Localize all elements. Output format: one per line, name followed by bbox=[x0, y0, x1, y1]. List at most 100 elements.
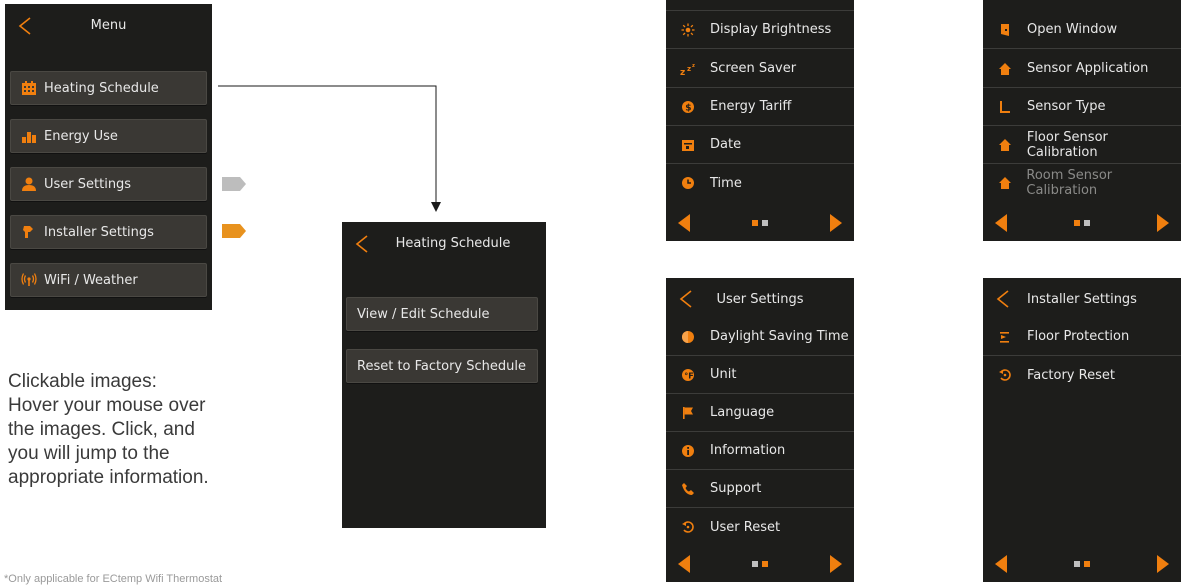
page-indicator bbox=[752, 220, 768, 226]
reset-icon bbox=[997, 367, 1013, 383]
user-settings-button[interactable]: User Settings bbox=[10, 167, 207, 201]
list-item-sensor-application[interactable]: Sensor Application bbox=[983, 50, 1181, 88]
svg-text:z: z bbox=[687, 65, 691, 73]
prev-page-icon[interactable] bbox=[677, 213, 691, 233]
installer-settings-page2-panel[interactable]: Open Window Sensor Application Sensor Ty… bbox=[983, 0, 1181, 241]
prev-page-icon[interactable] bbox=[994, 554, 1008, 574]
pager-footer bbox=[666, 205, 854, 241]
installer-settings-panel[interactable]: Installer Settings Floor Protection Fact… bbox=[983, 278, 1181, 582]
sensor-icon bbox=[997, 99, 1013, 115]
user-settings-page2-panel[interactable]: Display Brightness zzz Screen Saver $ En… bbox=[666, 0, 854, 241]
list-item-daylight-saving-time[interactable]: Daylight Saving Time bbox=[666, 318, 854, 356]
main-menu-panel[interactable]: Menu Heating Schedule Energy Use User Se… bbox=[5, 4, 212, 310]
list-item-label: Floor Protection bbox=[1027, 329, 1130, 344]
list-item-sensor-type[interactable]: Sensor Type bbox=[983, 88, 1181, 126]
list-item-label: Factory Reset bbox=[1027, 367, 1115, 383]
list-item-open-window[interactable]: Open Window bbox=[983, 11, 1181, 49]
phone-icon bbox=[680, 481, 696, 497]
list-item-label: Screen Saver bbox=[710, 61, 797, 76]
list-item-label: Unit bbox=[710, 367, 737, 382]
view-edit-schedule-label: View / Edit Schedule bbox=[357, 306, 490, 322]
house-icon bbox=[997, 137, 1013, 153]
list-item-display-brightness[interactable]: Display Brightness bbox=[666, 11, 854, 49]
list-item-label: Sensor Application bbox=[1027, 61, 1149, 76]
user-settings-label: User Settings bbox=[44, 176, 132, 192]
list-item-label: Information bbox=[710, 443, 786, 458]
half-circle-icon bbox=[680, 329, 696, 345]
page-indicator bbox=[1074, 220, 1090, 226]
window-icon bbox=[997, 22, 1013, 38]
installer-settings-title: Installer Settings bbox=[1027, 292, 1137, 307]
list-item-floor-sensor-calibration[interactable]: Floor Sensor Calibration bbox=[983, 126, 1181, 164]
pager-footer bbox=[983, 546, 1181, 582]
list-item-label: User Reset bbox=[710, 519, 781, 535]
reset-icon bbox=[680, 519, 696, 535]
list-item-label: Room Sensor Calibration bbox=[1026, 168, 1113, 198]
page-dot bbox=[1074, 220, 1080, 226]
list-item-label: Floor Sensor Calibration bbox=[1026, 129, 1108, 160]
reset-factory-schedule-label: Reset to Factory Schedule bbox=[357, 358, 526, 374]
heating-schedule-panel[interactable]: Heating Schedule View / Edit Schedule Re… bbox=[342, 222, 546, 528]
main-menu-title: Menu bbox=[90, 18, 127, 33]
installer-settings-button[interactable]: Installer Settings bbox=[10, 215, 207, 249]
prev-page-icon[interactable] bbox=[994, 213, 1008, 233]
prev-page-icon[interactable] bbox=[677, 554, 691, 574]
list-item-date[interactable]: Date bbox=[666, 126, 854, 164]
wifi-weather-button[interactable]: WiFi / Weather bbox=[10, 263, 207, 297]
note-line: appropriate information. bbox=[8, 467, 209, 488]
floor-protection-icon bbox=[997, 329, 1013, 345]
page-dot bbox=[1084, 220, 1090, 226]
note-line: you will jump to the bbox=[8, 443, 170, 464]
user-settings-title: User Settings bbox=[716, 292, 804, 307]
page-indicator bbox=[752, 561, 768, 567]
sleep-icon: zzz bbox=[680, 61, 696, 77]
page-dot bbox=[1074, 561, 1080, 567]
note-line: Hover your mouse over bbox=[8, 395, 206, 416]
list-item-information[interactable]: Information bbox=[666, 432, 854, 470]
user-settings-header: User Settings bbox=[666, 278, 854, 316]
page-indicator bbox=[1074, 561, 1090, 567]
user-icon bbox=[21, 176, 37, 192]
next-page-icon[interactable] bbox=[1156, 213, 1170, 233]
calendar-icon bbox=[21, 80, 37, 96]
wifi-icon bbox=[21, 272, 37, 288]
view-edit-schedule-button[interactable]: View / Edit Schedule bbox=[346, 297, 538, 331]
list-item-factory-reset[interactable]: Factory Reset bbox=[983, 356, 1181, 394]
main-menu-header: Menu bbox=[5, 4, 212, 50]
brightness-icon bbox=[680, 22, 696, 38]
calendar-icon bbox=[680, 137, 696, 153]
unit-icon: °F bbox=[680, 367, 696, 383]
list-item-language[interactable]: Language bbox=[666, 394, 854, 432]
list-item-screen-saver[interactable]: zzz Screen Saver bbox=[666, 50, 854, 88]
footnote: *Only applicable for ECtemp Wifi Thermos… bbox=[4, 573, 223, 585]
heating-schedule-header: Heating Schedule bbox=[342, 222, 546, 268]
svg-text:°F: °F bbox=[684, 371, 693, 380]
clickable-images-note: Clickable images: Hover your mouse over … bbox=[8, 370, 268, 490]
list-item-label: Energy Tariff bbox=[710, 99, 792, 114]
reset-factory-schedule-button[interactable]: Reset to Factory Schedule bbox=[346, 349, 538, 383]
house-icon bbox=[997, 61, 1013, 77]
svg-text:$: $ bbox=[685, 103, 691, 113]
list-item-display-brightness[interactable] bbox=[666, 0, 854, 11]
list-item-time[interactable]: Time bbox=[666, 164, 854, 202]
next-page-icon[interactable] bbox=[1156, 554, 1170, 574]
list-item-label: Daylight Saving Time bbox=[710, 329, 849, 344]
installer-settings-tag bbox=[222, 224, 246, 238]
list-item-unit[interactable]: °F Unit bbox=[666, 356, 854, 394]
heating-schedule-button[interactable]: Heating Schedule bbox=[10, 71, 207, 105]
list-item-room-sensor-calibration[interactable]: Room Sensor Calibration bbox=[983, 164, 1181, 202]
installer-settings-header: Installer Settings bbox=[983, 278, 1181, 316]
list-item-label: Sensor Type bbox=[1027, 99, 1106, 114]
list-item-user-reset[interactable]: User Reset bbox=[666, 508, 854, 546]
next-page-icon[interactable] bbox=[829, 554, 843, 574]
flag-icon bbox=[680, 405, 696, 421]
list-item-floor-protection[interactable]: Floor Protection bbox=[983, 318, 1181, 356]
energy-use-button[interactable]: Energy Use bbox=[10, 119, 207, 153]
next-page-icon[interactable] bbox=[829, 213, 843, 233]
list-item-label: Date bbox=[710, 137, 742, 152]
list-item-label: Display Brightness bbox=[710, 22, 832, 37]
list-item-energy-tariff[interactable]: $ Energy Tariff bbox=[666, 88, 854, 126]
list-item-support[interactable]: Support bbox=[666, 470, 854, 508]
note-line: the images. Click, and bbox=[8, 419, 195, 440]
user-settings-panel[interactable]: User Settings Daylight Saving Time °F Un… bbox=[666, 278, 854, 582]
